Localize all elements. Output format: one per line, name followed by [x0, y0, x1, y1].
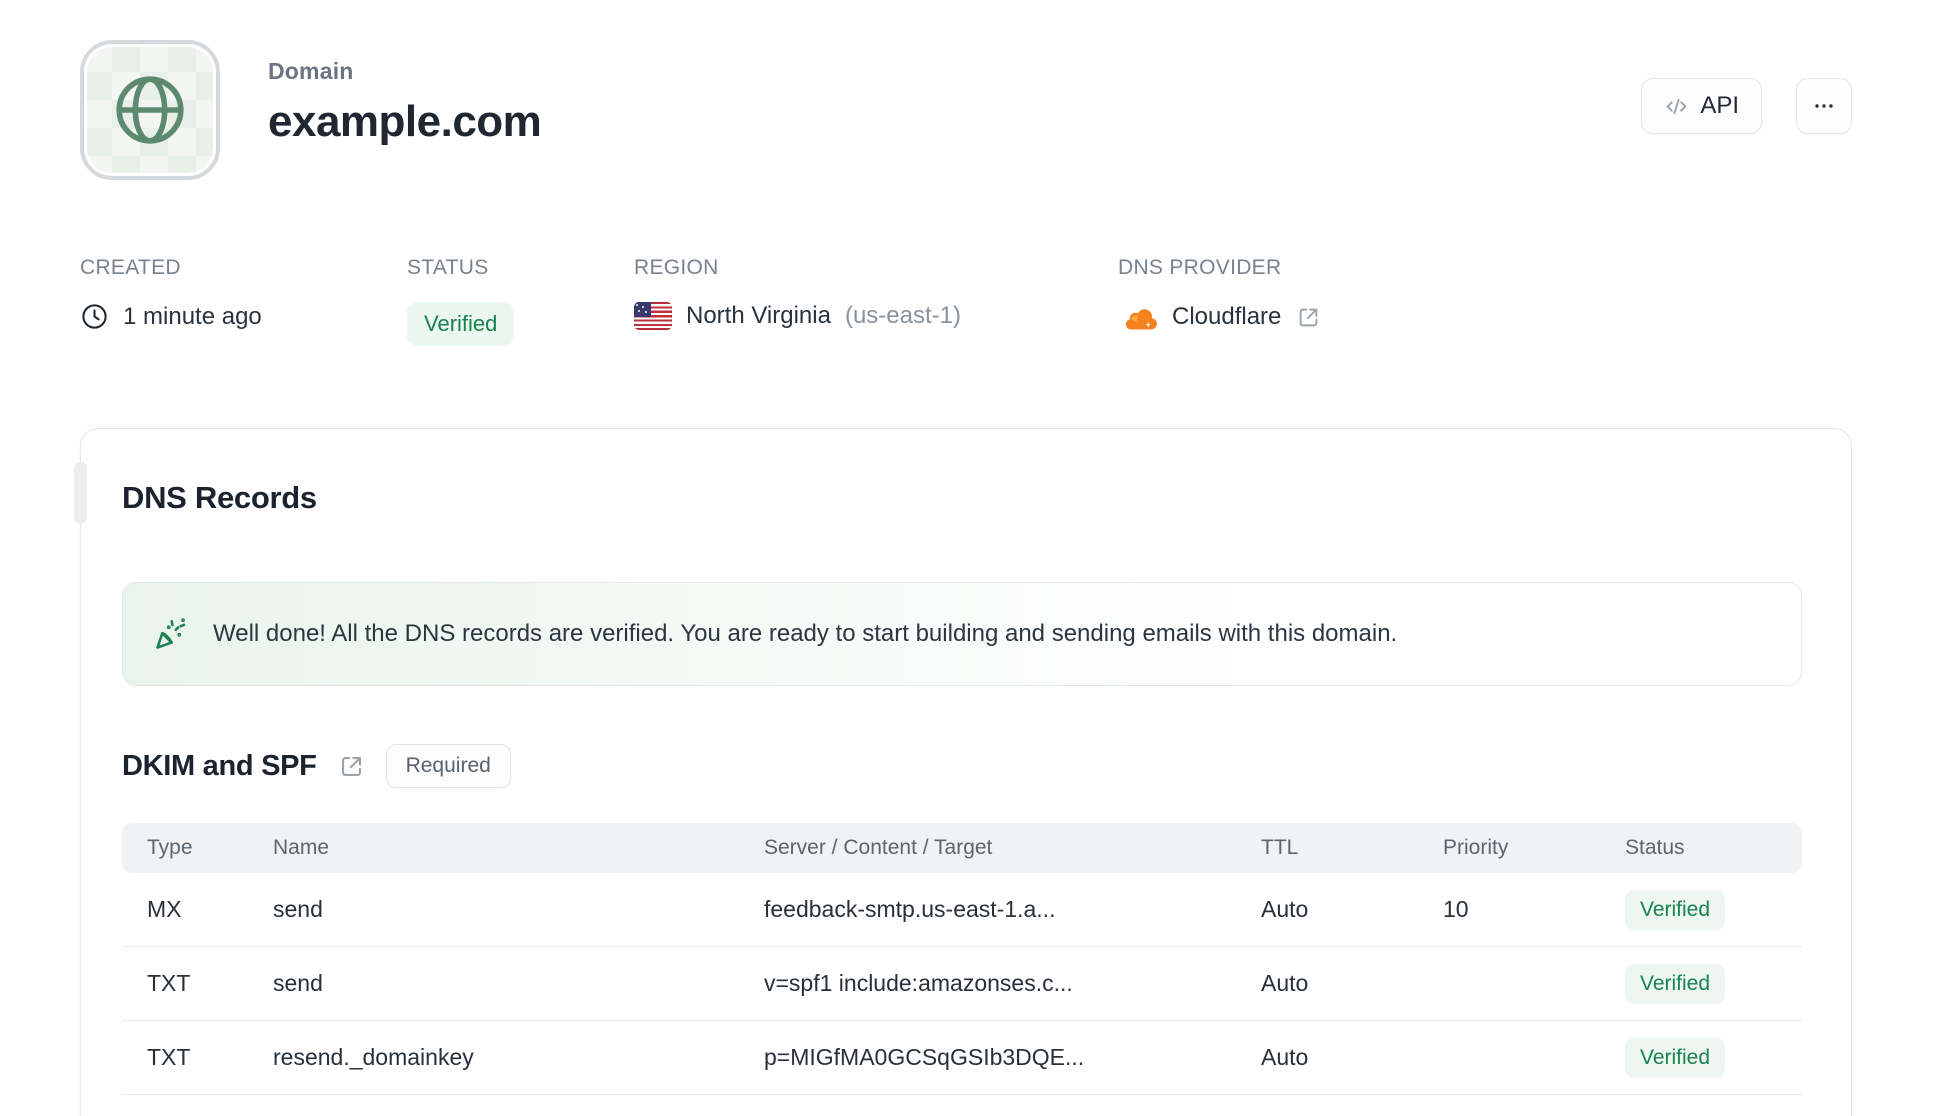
- table-row: TXT send v=spf1 include:amazonses.c... A…: [122, 947, 1802, 1021]
- record-name: send: [273, 970, 323, 996]
- created-label: CREATED: [80, 256, 181, 279]
- record-priority: 10: [1443, 896, 1469, 922]
- record-type: MX: [147, 896, 182, 922]
- page-title: example.com: [268, 97, 542, 146]
- table-row: MX send feedback-smtp.us-east-1.a... Aut…: [122, 873, 1802, 947]
- dkim-spf-section-header: DKIM and SPF Required: [122, 744, 511, 788]
- col-type: Type: [147, 836, 193, 859]
- col-content: Server / Content / Target: [764, 836, 993, 859]
- record-ttl: Auto: [1261, 1044, 1309, 1070]
- dns-provider-name[interactable]: Cloudflare: [1172, 303, 1281, 331]
- page-kicker: Domain: [268, 58, 354, 84]
- table-row: TXT resend._domainkey p=MIGfMA0GCSqGSIb3…: [122, 1021, 1802, 1095]
- domain-detail-page: Domain example.com API CREATED 1 minute …: [0, 0, 1944, 1116]
- meta-created: CREATED 1 minute ago: [80, 256, 262, 331]
- api-button-label: API: [1700, 92, 1739, 119]
- status-badge: Verified: [407, 302, 515, 346]
- external-link-icon[interactable]: [1295, 304, 1322, 331]
- status-label: STATUS: [407, 256, 489, 279]
- meta-status: STATUS Verified: [407, 256, 515, 346]
- col-name: Name: [273, 836, 330, 859]
- dns-provider-label: DNS PROVIDER: [1118, 256, 1282, 279]
- more-options-button[interactable]: [1796, 78, 1852, 134]
- external-link-icon[interactable]: [337, 752, 366, 781]
- success-banner: Well done! All the DNS records are verif…: [122, 582, 1802, 686]
- region-name: North Virginia: [686, 302, 831, 329]
- record-status-badge: Verified: [1625, 1037, 1726, 1078]
- api-button[interactable]: API: [1641, 78, 1762, 134]
- record-name: send: [273, 896, 323, 922]
- record-status-badge: Verified: [1625, 889, 1726, 930]
- record-type: TXT: [147, 1044, 191, 1070]
- header-actions: API: [1641, 78, 1852, 134]
- success-banner-message: Well done! All the DNS records are verif…: [213, 620, 1398, 647]
- us-flag-icon: [634, 302, 672, 330]
- record-status-badge: Verified: [1625, 963, 1726, 1004]
- created-value: 1 minute ago: [123, 302, 262, 330]
- col-ttl: TTL: [1261, 836, 1299, 859]
- required-badge: Required: [385, 744, 511, 788]
- party-popper-icon: [153, 616, 189, 652]
- meta-region: REGION North Virginia (us-east-1): [634, 256, 961, 330]
- record-type: TXT: [147, 970, 191, 996]
- globe-icon: [107, 67, 193, 153]
- record-ttl: Auto: [1261, 896, 1309, 922]
- region-code: (us-east-1): [844, 302, 961, 329]
- record-name: resend._domainkey: [273, 1044, 474, 1070]
- dkim-spf-title: DKIM and SPF: [122, 749, 317, 782]
- table-header-row: Type Name Server / Content / Target TTL …: [122, 823, 1802, 873]
- record-content[interactable]: feedback-smtp.us-east-1.a...: [764, 896, 1261, 923]
- code-icon: [1664, 94, 1689, 119]
- section-scroll-indicator: [74, 462, 87, 524]
- clock-icon: [80, 302, 109, 331]
- dns-records-title: DNS Records: [122, 480, 317, 515]
- record-content[interactable]: v=spf1 include:amazonses.c...: [764, 970, 1261, 997]
- col-priority: Priority: [1443, 836, 1509, 859]
- record-ttl: Auto: [1261, 970, 1309, 996]
- cloudflare-icon: [1118, 302, 1158, 332]
- ellipsis-icon: [1812, 94, 1836, 118]
- dns-records-table: Type Name Server / Content / Target TTL …: [122, 823, 1802, 1095]
- col-status: Status: [1625, 836, 1685, 859]
- domain-avatar: [80, 40, 220, 180]
- region-label: REGION: [634, 256, 719, 279]
- meta-dns-provider: DNS PROVIDER Cloudflare: [1118, 256, 1322, 332]
- title-block: Domain example.com: [268, 58, 542, 147]
- record-content[interactable]: p=MIGfMA0GCSqGSIb3DQE...: [764, 1044, 1261, 1071]
